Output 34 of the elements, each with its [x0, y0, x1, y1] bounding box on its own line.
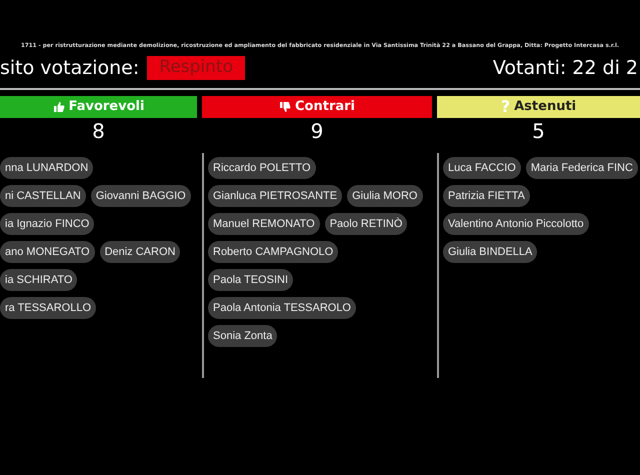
question-mark-icon: ?	[500, 95, 510, 119]
outcome-badge: Respinto	[147, 56, 245, 80]
voter-chip: Deniz CARON	[100, 241, 180, 263]
column-title: Contrari	[295, 98, 355, 116]
voter-chip: Paola Antonia TESSAROLO	[208, 297, 356, 319]
voter-chip: nna LUNARDON	[0, 157, 94, 179]
voter-chip: Sonia Zonta	[208, 325, 278, 347]
voter-chip: Roberto CAMPAGNOLO	[208, 241, 338, 263]
thumbs-down-icon	[279, 101, 291, 113]
voter-chip: Maria Federica FINC	[526, 157, 638, 179]
voters-count: Votanti: 22 di 2	[492, 56, 639, 81]
column-title: Favorevoli	[68, 98, 144, 116]
voter-chip: Giovanni BAGGIO	[90, 185, 191, 207]
voter-chip: ia Ignazio FINCO	[0, 213, 94, 235]
voter-chip: Gianluca PIETROSANTE	[208, 185, 342, 207]
voter-chip: ni CASTELLAN	[0, 185, 86, 207]
voter-chip: Giulia MORO	[347, 185, 422, 207]
outcome-label: sito votazione:	[0, 56, 140, 81]
voter-chip: Luca FACCIO	[443, 157, 521, 179]
voter-chip: Paola TEOSINI	[208, 269, 293, 291]
voter-chip: Manuel REMONATO	[208, 213, 320, 235]
voter-chip: Valentino Antonio Piccolotto	[443, 213, 589, 235]
voter-chip: Riccardo POLETTO	[208, 157, 316, 179]
voter-chip: Patrizia FIETTA	[443, 185, 530, 207]
column-title: Astenuti	[514, 98, 576, 116]
voter-chip: ia SCHIRATO	[0, 269, 78, 291]
vote-count: 9	[310, 118, 324, 144]
thumbs-up-icon	[52, 101, 65, 113]
voter-chip: ano MONEGATO	[0, 241, 95, 263]
vote-count: 5	[531, 118, 546, 144]
voter-chip: Giulia BINDELLA	[443, 241, 538, 263]
voter-chip: ra TESSAROLLO	[0, 297, 96, 319]
voter-chip: Paolo RETINÒ	[324, 213, 408, 235]
vote-count: 8	[91, 118, 106, 144]
